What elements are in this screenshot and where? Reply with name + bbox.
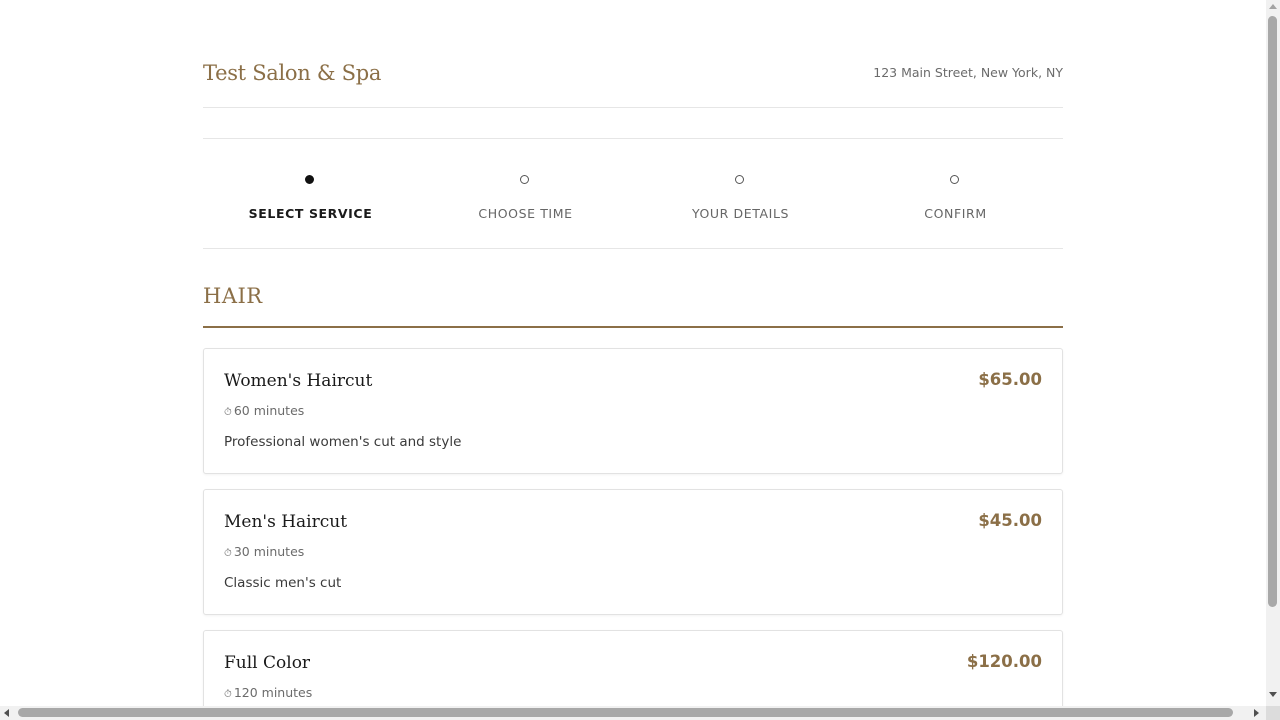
service-duration: ⏱ 60 minutes (224, 402, 304, 422)
step-dot-icon (950, 175, 959, 184)
service-card-womens-haircut[interactable]: Women's Haircut $65.00 ⏱ 60 minutes Profe… (203, 348, 1063, 474)
service-description: Professional women's cut and style (224, 434, 462, 450)
duration-text: 30 minutes (233, 544, 305, 559)
step-your-details[interactable]: YOUR DETAILS (633, 139, 848, 248)
header: Test Salon & Spa 123 Main Street, New Yo… (203, 0, 1063, 108)
service-card-mens-haircut[interactable]: Men's Haircut $45.00 ⏱ 30 minutes Classic… (203, 489, 1063, 615)
service-duration: ⏱ 30 minutes (224, 543, 304, 563)
step-label: CONFIRM (924, 206, 987, 221)
duration-text: 120 minutes (233, 685, 313, 700)
booking-steps: SELECT SERVICE CHOOSE TIME YOUR DETAILS … (203, 139, 1063, 249)
step-label: CHOOSE TIME (478, 206, 573, 221)
scroll-down-arrow-icon[interactable] (1269, 692, 1277, 697)
step-confirm[interactable]: CONFIRM (848, 139, 1063, 248)
salon-address: 123 Main Street, New York, NY (873, 65, 1063, 80)
service-description: Classic men's cut (224, 575, 342, 591)
step-select-service[interactable]: SELECT SERVICE (203, 139, 418, 248)
booking-container: Test Salon & Spa 123 Main Street, New Yo… (203, 0, 1063, 706)
clock-icon: ⏱ (224, 407, 232, 418)
scroll-left-arrow-icon[interactable] (4, 709, 9, 717)
step-label: SELECT SERVICE (248, 206, 373, 221)
service-name: Women's Haircut (224, 371, 373, 391)
clock-icon: ⏱ (224, 548, 232, 559)
service-price: $45.00 (978, 511, 1042, 530)
service-price: $120.00 (966, 652, 1042, 671)
duration-text: 60 minutes (233, 403, 305, 418)
service-price: $65.00 (978, 370, 1042, 389)
step-dot-icon (520, 175, 529, 184)
horizontal-scrollbar[interactable] (0, 706, 1266, 720)
scrollbar-corner (1266, 706, 1280, 720)
category-hair: HAIR (203, 283, 1063, 328)
clock-icon: ⏱ (224, 689, 232, 700)
step-dot-icon (735, 175, 744, 184)
step-choose-time[interactable]: CHOOSE TIME (418, 139, 633, 248)
category-title: HAIR (203, 284, 263, 308)
horizontal-scroll-thumb[interactable] (18, 708, 1233, 717)
vertical-scrollbar[interactable] (1266, 0, 1280, 706)
step-active-dot-icon (305, 175, 314, 184)
step-label: YOUR DETAILS (691, 206, 790, 221)
scroll-up-arrow-icon[interactable] (1269, 4, 1277, 9)
scroll-right-arrow-icon[interactable] (1254, 709, 1259, 717)
service-name: Men's Haircut (224, 512, 348, 532)
salon-name: Test Salon & Spa (203, 61, 382, 85)
service-name: Full Color (224, 653, 311, 673)
service-card-full-color[interactable]: Full Color $120.00 ⏱ 120 minutes (203, 630, 1063, 706)
page-viewport: Test Salon & Spa 123 Main Street, New Yo… (0, 0, 1266, 706)
vertical-scroll-thumb[interactable] (1268, 16, 1277, 607)
service-duration: ⏱ 120 minutes (224, 684, 312, 704)
